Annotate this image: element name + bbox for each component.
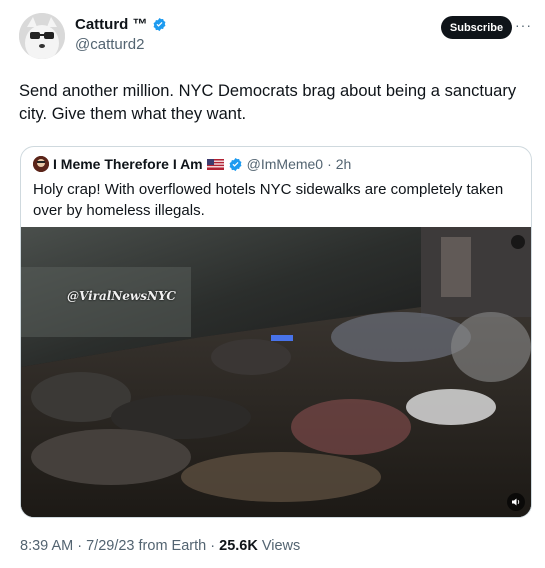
verified-badge-icon — [229, 157, 242, 171]
author-handle[interactable]: @catturd2 — [75, 36, 144, 53]
quoted-author-name[interactable]: I Meme Therefore I Am — [53, 156, 203, 172]
tweet-source: from Earth — [138, 538, 207, 554]
video-frame — [21, 227, 531, 517]
meta-separator: · — [77, 538, 83, 554]
quoted-tweet-header: I Meme Therefore I Am @ImMeme0 · 2h — [33, 156, 351, 172]
cat-avatar-icon — [19, 13, 65, 59]
quoted-avatar[interactable] — [33, 156, 49, 172]
video-overlay-icon — [511, 235, 525, 249]
tweet-text: Send another million. NYC Democrats brag… — [19, 82, 517, 123]
more-icon[interactable]: ··· — [515, 17, 532, 33]
quoted-tweet-text: Holy crap! With overflowed hotels NYC si… — [33, 181, 504, 219]
quoted-tweet[interactable]: I Meme Therefore I Am @ImMeme0 · 2h Holy c… — [20, 146, 532, 518]
us-flag-icon — [206, 158, 224, 170]
tweet-time[interactable]: 8:39 AM — [20, 538, 73, 554]
quoted-video[interactable]: @ViralNewsNYC — [21, 227, 531, 517]
author-name[interactable]: Catturd ™ — [75, 16, 148, 33]
tweet-meta: 8:39 AM · 7/29/23 from Earth · 25.6K Vie… — [20, 538, 300, 554]
quoted-time[interactable]: 2h — [336, 156, 352, 172]
video-watermark: @ViralNewsNYC — [67, 289, 176, 303]
quoted-separator: · — [327, 156, 332, 172]
verified-badge-icon — [153, 17, 165, 32]
author-name-row[interactable]: Catturd ™ — [75, 16, 167, 33]
speaker-icon[interactable] — [507, 493, 525, 511]
view-count: 25.6K — [219, 538, 258, 554]
quoted-author-handle[interactable]: @ImMeme0 — [247, 156, 323, 172]
tweet-date[interactable]: 7/29/23 — [86, 538, 134, 554]
views-label: Views — [261, 538, 301, 554]
subscribe-button[interactable]: Subscribe — [441, 16, 512, 39]
meta-separator: · — [210, 538, 216, 554]
avatar[interactable] — [19, 13, 65, 59]
